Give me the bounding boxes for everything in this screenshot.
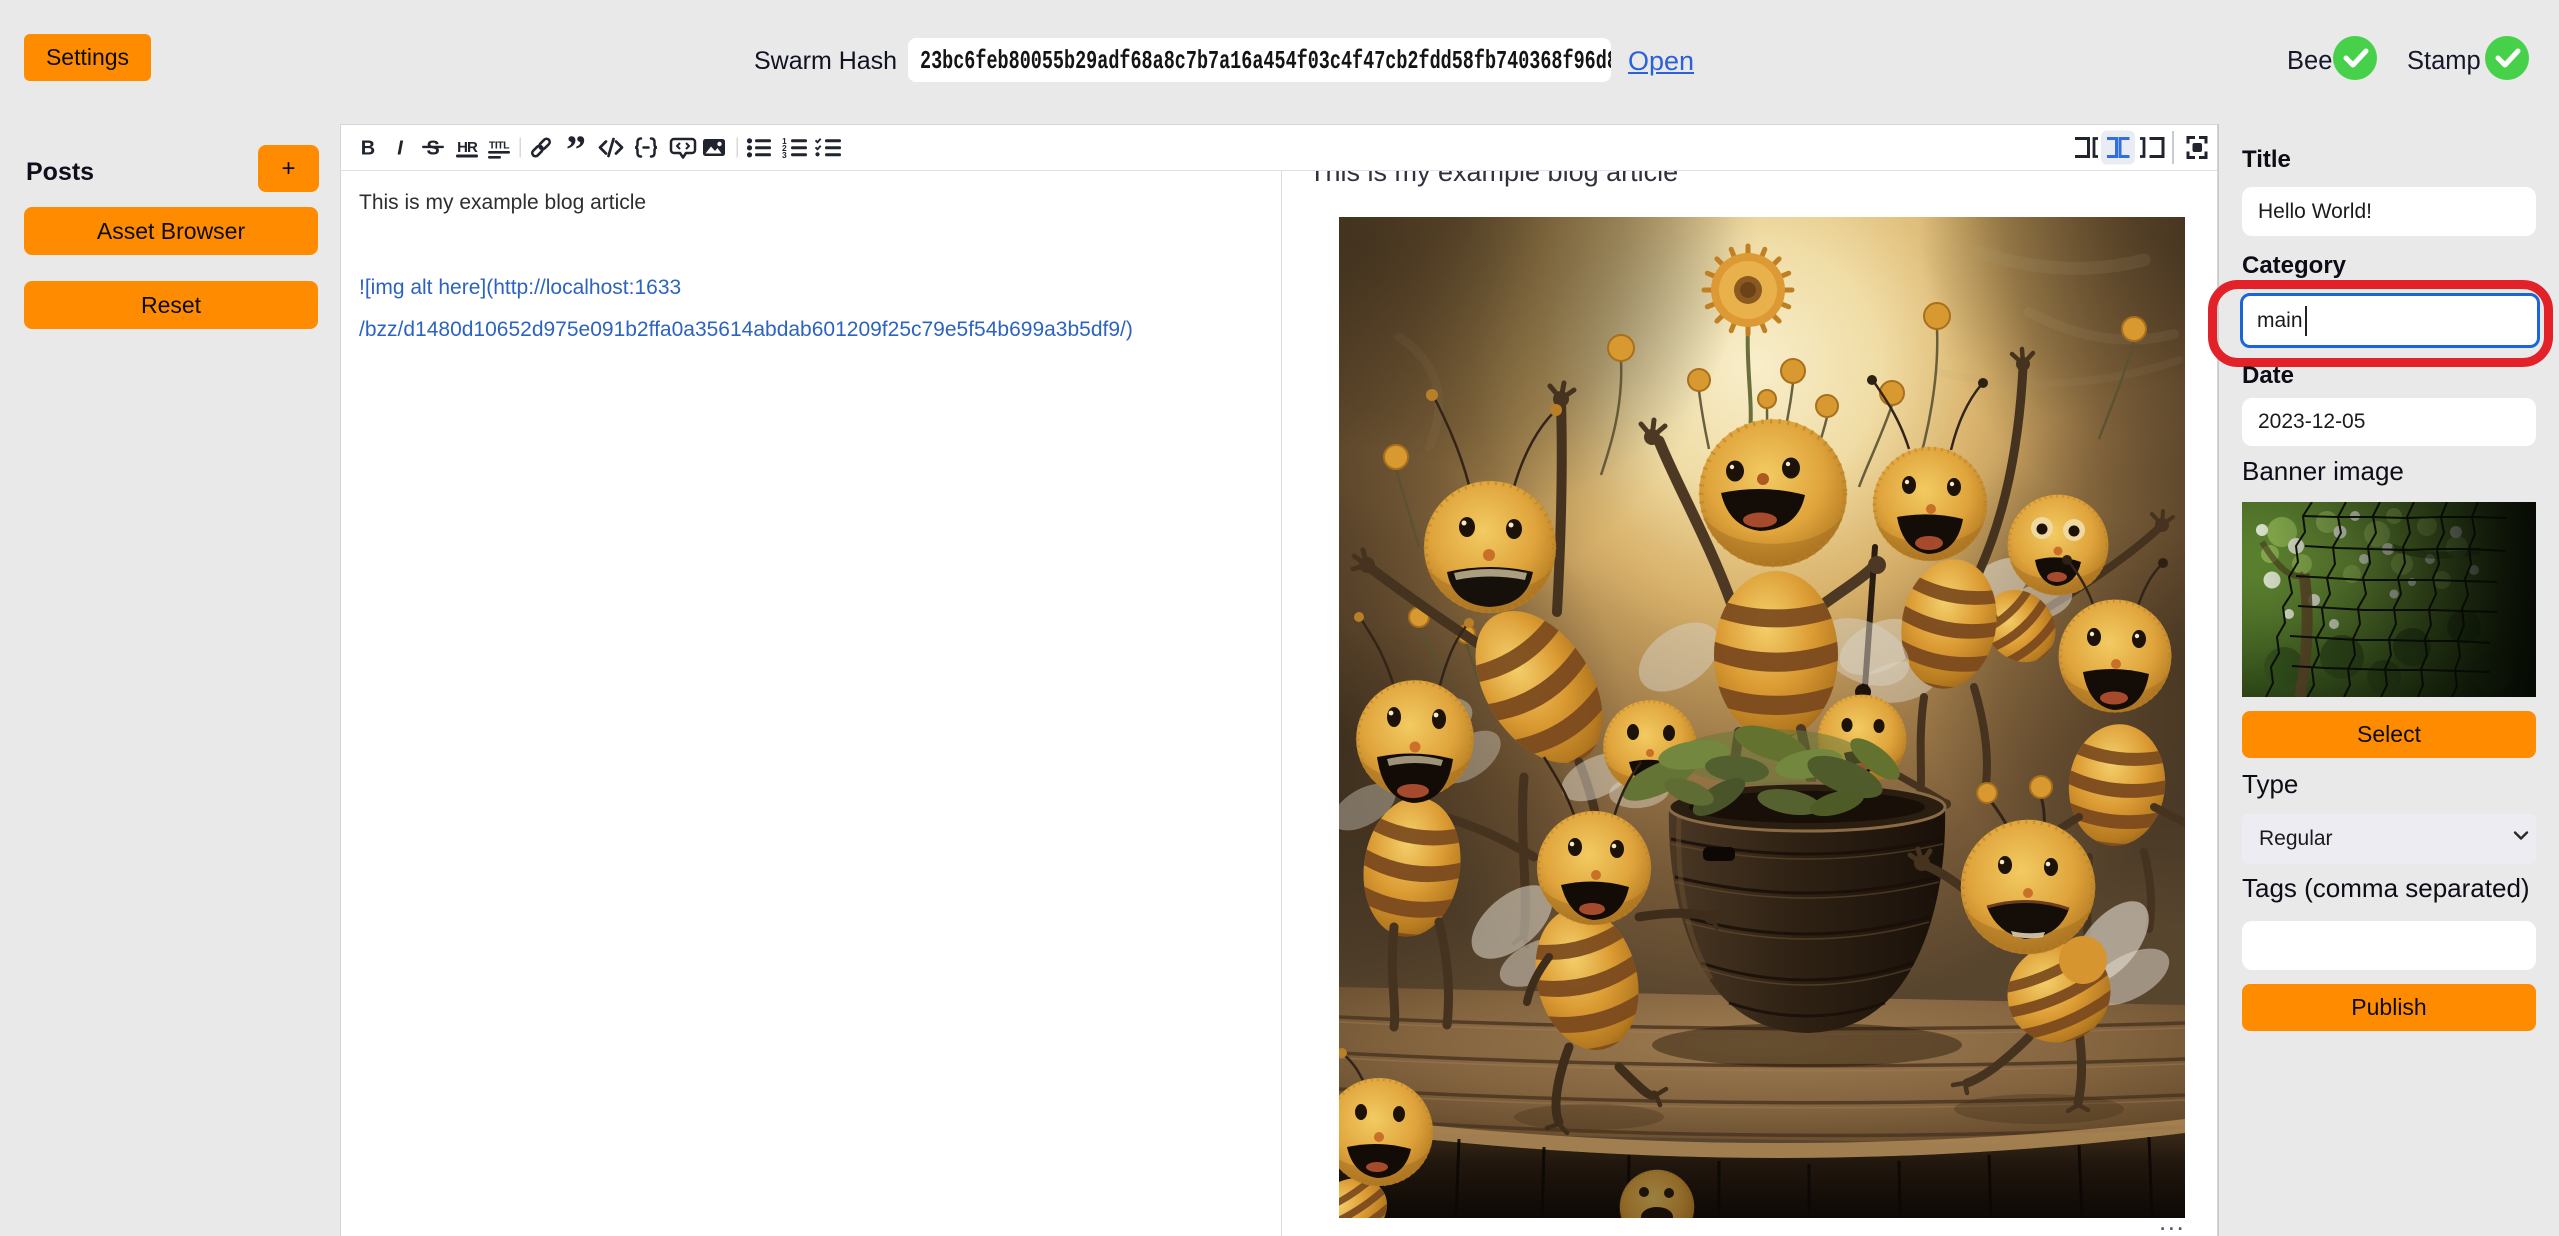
svg-text:B: B [361,138,375,160]
svg-text:HR: HR [457,139,478,156]
svg-text:TITL: TITL [489,140,510,152]
svg-text:S: S [426,138,439,160]
svg-text:3: 3 [782,150,787,160]
svg-text:I: I [397,138,403,160]
svg-text:”: ” [566,127,586,171]
